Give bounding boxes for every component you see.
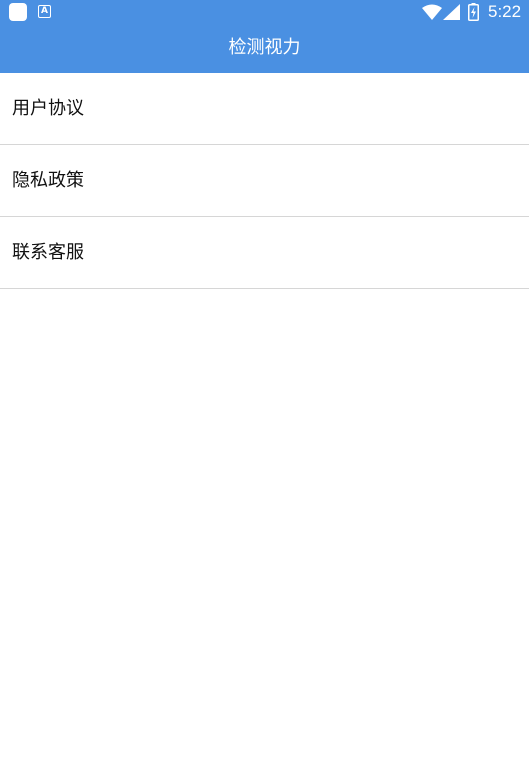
settings-menu-list: 用户协议 隐私政策 联系客服 — [0, 73, 529, 289]
cellular-signal-icon — [443, 4, 460, 20]
menu-item-contact-support[interactable]: 联系客服 — [0, 217, 529, 289]
wifi-icon — [422, 4, 442, 20]
menu-item-user-agreement[interactable]: 用户协议 — [0, 73, 529, 145]
a-icon: A — [38, 5, 51, 18]
status-time: 5:22 — [488, 2, 522, 21]
page-title: 检测视力 — [228, 37, 301, 58]
status-bar: A 5:22 — [0, 0, 529, 24]
menu-item-privacy-policy[interactable]: 隐私政策 — [0, 145, 529, 217]
app-header: A 5:22 检测视力 — [0, 0, 529, 73]
battery-charging-icon — [468, 3, 479, 21]
app-notification-icon — [9, 3, 27, 21]
